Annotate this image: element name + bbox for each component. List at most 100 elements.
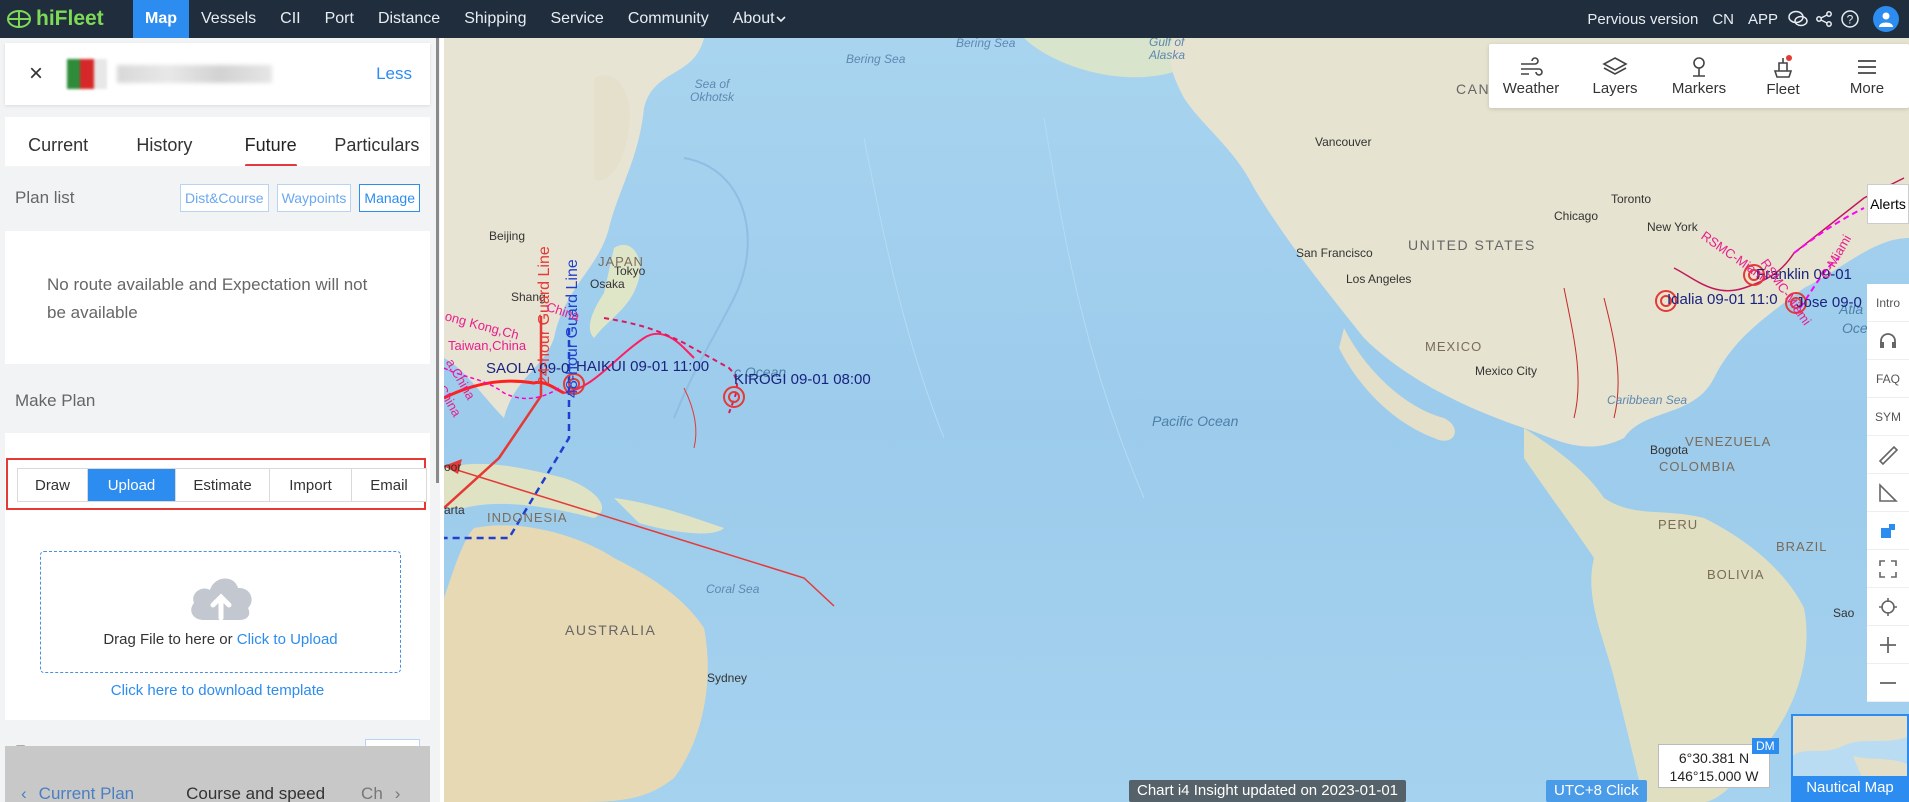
alerts-button[interactable]: Alerts [1867, 184, 1909, 224]
ship-icon [1773, 54, 1793, 78]
cloud-upload-icon [190, 578, 252, 621]
truncated-tab[interactable]: Ch [355, 784, 389, 802]
flag-stripe [93, 59, 107, 89]
nav-cii[interactable]: CII [268, 0, 312, 38]
map-label: Sao [1833, 606, 1855, 620]
markers-tool[interactable]: Markers [1657, 44, 1741, 108]
map-label: New York [1647, 220, 1698, 234]
waypoints-button[interactable]: Waypoints [276, 184, 352, 212]
map-label: Coral Sea [706, 582, 760, 596]
nav-community[interactable]: Community [616, 0, 721, 38]
faq-button[interactable]: FAQ [1867, 360, 1909, 398]
less-button[interactable]: Less [376, 64, 412, 84]
nav-about-label: About [732, 10, 775, 27]
zoom-in-icon[interactable] [1867, 626, 1909, 664]
lang-switch[interactable]: CN [1705, 11, 1741, 28]
previous-version-link[interactable]: Pervious version [1580, 11, 1705, 28]
map-label: San Francisco [1296, 246, 1373, 260]
upload-text: Drag File to here or [103, 631, 233, 648]
vessel-flag [67, 59, 107, 89]
download-template-link[interactable]: Click here to download template [5, 682, 430, 699]
nautical-map-switch[interactable]: Nautical Map [1791, 714, 1909, 802]
vessel-header-card: × Less [5, 43, 430, 105]
current-plan-tab[interactable]: Current Plan [33, 784, 140, 802]
highlight-box: Draw Upload Estimate Import Email [6, 458, 427, 510]
plan-tab-draw[interactable]: Draw [18, 469, 88, 501]
plan-tab-import[interactable]: Import [270, 469, 352, 501]
nav-service[interactable]: Service [538, 0, 615, 38]
future-plan-bar: ‹ Current Plan Course and speed Ch › [5, 746, 430, 802]
dm-toggle[interactable]: DM [1752, 738, 1779, 754]
share-icon[interactable] [1811, 6, 1837, 32]
user-avatar[interactable] [1873, 6, 1899, 32]
map-label: Oce [1842, 320, 1868, 336]
map-label: Mexico City [1475, 364, 1538, 378]
weather-label: Weather [1502, 79, 1560, 97]
click-to-upload-link[interactable]: Click to Upload [237, 631, 338, 648]
nav-map[interactable]: Map [133, 0, 189, 38]
map-label: INDONESIA [487, 510, 568, 525]
tab-current[interactable]: Current [5, 135, 111, 167]
plan-tab-upload[interactable]: Upload [88, 469, 176, 501]
make-plan-panel: Draw Upload Estimate Import Email Drag F… [5, 433, 430, 720]
storm-label-saola[interactable]: SAOLA 09-0 [486, 360, 569, 377]
plan-tab-estimate[interactable]: Estimate [176, 469, 270, 501]
nav-shipping[interactable]: Shipping [452, 0, 538, 38]
chevron-left-icon[interactable]: ‹ [15, 784, 33, 802]
tab-particulars[interactable]: Particulars [324, 135, 430, 167]
weather-tool[interactable]: Weather [1489, 44, 1573, 108]
storm-label-kirogi[interactable]: KIROGI 09-01 08:00 [734, 371, 871, 388]
map-label: Los Angeles [1346, 272, 1412, 286]
sidebar-scrollbar[interactable] [436, 38, 439, 483]
hifleet-logo[interactable]: hiFleet [0, 0, 133, 38]
plan-tab-email[interactable]: Email [352, 469, 426, 501]
chart-mode-icon[interactable] [1867, 512, 1909, 550]
manage-button[interactable]: Manage [359, 184, 420, 212]
wind-icon [1521, 56, 1543, 76]
guard-line-48h-label: 48-hour Guard Line [564, 259, 581, 398]
world-map[interactable]: Bering Sea Bering Sea Gulf of Alaska Sea… [444, 38, 1909, 802]
plan-method-tabs: Draw Upload Estimate Import Email [17, 468, 427, 502]
nautical-map-label: Nautical Map [1793, 776, 1907, 800]
chat-icon[interactable] [1785, 6, 1811, 32]
close-icon[interactable]: × [29, 62, 57, 86]
upload-dropzone[interactable]: Drag File to here or Click to Upload [40, 551, 401, 673]
headset-icon[interactable] [1867, 322, 1909, 360]
nav-about[interactable]: About [721, 0, 799, 38]
plan-list-title: Plan list [15, 188, 75, 207]
topbar-right: Pervious version CN APP ? [1580, 0, 1909, 38]
nav-distance[interactable]: Distance [366, 0, 452, 38]
map-toolbar: Weather Layers Markers Fleet More [1489, 44, 1909, 108]
fleet-tool[interactable]: Fleet [1741, 44, 1825, 108]
app-link[interactable]: APP [1741, 11, 1785, 28]
map-label: Vancouver [1315, 135, 1372, 149]
map-label: Bering Sea [956, 38, 1016, 50]
ruler-icon[interactable] [1867, 436, 1909, 474]
more-tool[interactable]: More [1825, 44, 1909, 108]
angle-icon[interactable] [1867, 474, 1909, 512]
nav-vessels[interactable]: Vessels [189, 0, 268, 38]
layers-tool[interactable]: Layers [1573, 44, 1657, 108]
plan-list-header: Plan list Dist&Course Waypoints Manage [5, 166, 430, 230]
utc-clock-button[interactable]: UTC+8 Click [1546, 780, 1647, 802]
nav-port[interactable]: Port [313, 0, 366, 38]
map-label: Pacific Ocean [1152, 413, 1239, 429]
help-icon[interactable]: ? [1837, 6, 1863, 32]
course-speed-tab[interactable]: Course and speed [180, 784, 331, 802]
tab-future[interactable]: Future [218, 135, 324, 167]
plan-list-buttons: Dist&Course Waypoints Manage [179, 184, 420, 212]
storm-label-haikui[interactable]: HAIKUI 09-01 11:00 [576, 358, 709, 375]
locate-icon[interactable] [1867, 588, 1909, 626]
map-label: Bering Sea [846, 52, 906, 66]
sym-button[interactable]: SYM [1867, 398, 1909, 436]
intro-button[interactable]: Intro [1867, 284, 1909, 322]
layers-icon [1602, 56, 1628, 75]
pin-icon [1693, 56, 1705, 77]
zoom-out-icon[interactable] [1867, 664, 1909, 702]
fullscreen-icon[interactable] [1867, 550, 1909, 588]
tab-history[interactable]: History [111, 135, 217, 167]
map-label: MEXICO [1425, 339, 1483, 354]
storm-label-idalia[interactable]: Idalia 09-01 11:0 [1667, 291, 1778, 308]
chevron-right-icon[interactable]: › [389, 784, 407, 802]
dist-course-button[interactable]: Dist&Course [179, 184, 269, 212]
